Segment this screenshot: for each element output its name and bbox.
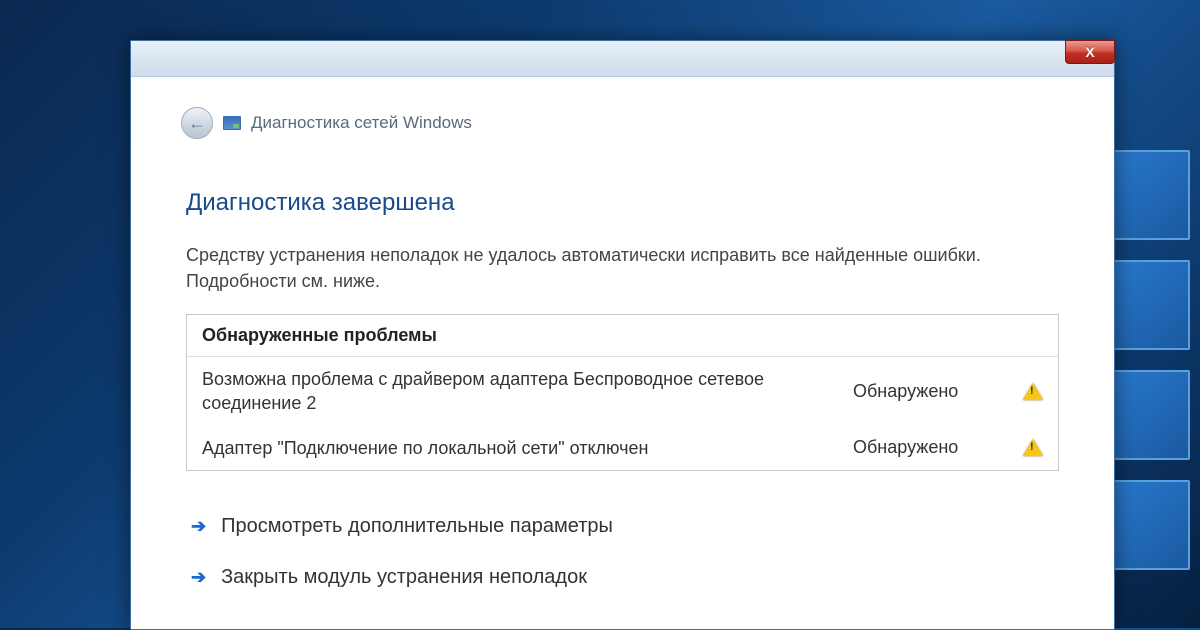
titlebar: X xyxy=(131,41,1114,77)
app-icon xyxy=(223,116,241,130)
action-label: Просмотреть дополнительные параметры xyxy=(221,515,613,538)
problem-description: Адаптер "Подключение по локальной сети" … xyxy=(202,436,853,460)
page-heading: Диагностика завершена xyxy=(186,189,1059,217)
problem-row: Возможна проблема с драйвером адаптера Б… xyxy=(187,357,1058,426)
close-button[interactable]: X xyxy=(1065,40,1115,64)
summary-text: Средству устранения неполадок не удалось… xyxy=(186,242,1059,294)
close-icon: X xyxy=(1085,44,1094,60)
problem-status: Обнаружено xyxy=(853,437,1013,458)
arrow-right-icon: ➔ xyxy=(191,567,206,588)
app-title: Диагностика сетей Windows xyxy=(251,113,472,133)
warning-icon xyxy=(1023,383,1043,400)
header-row: ← Диагностика сетей Windows xyxy=(131,77,1114,149)
problem-status: Обнаружено xyxy=(853,381,1013,402)
problems-box: Обнаруженные проблемы Возможна проблема … xyxy=(186,314,1059,471)
action-view-more[interactable]: ➔ Просмотреть дополнительные параметры xyxy=(186,501,1059,552)
problem-description: Возможна проблема с драйвером адаптера Б… xyxy=(202,367,853,416)
action-label: Закрыть модуль устранения неполадок xyxy=(221,566,587,589)
back-arrow-icon: ← xyxy=(188,113,206,134)
action-list: ➔ Просмотреть дополнительные параметры ➔… xyxy=(186,501,1059,603)
arrow-right-icon: ➔ xyxy=(191,516,206,537)
action-close-troubleshooter[interactable]: ➔ Закрыть модуль устранения неполадок xyxy=(186,552,1059,603)
content-area: Диагностика завершена Средству устранени… xyxy=(131,149,1114,603)
diagnostics-window: X ← Диагностика сетей Windows Диагностик… xyxy=(130,40,1115,630)
problem-row: Адаптер "Подключение по локальной сети" … xyxy=(187,426,1058,470)
problems-header: Обнаруженные проблемы xyxy=(187,315,1058,357)
back-button[interactable]: ← xyxy=(181,107,213,139)
warning-icon xyxy=(1023,439,1043,456)
